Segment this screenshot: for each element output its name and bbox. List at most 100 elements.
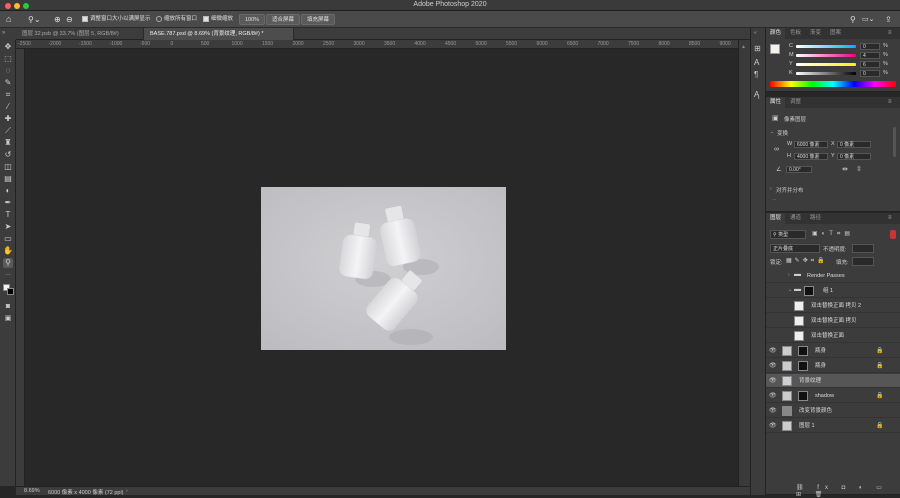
layer-filter-select[interactable]: ⚲ 类型 xyxy=(770,230,806,239)
stamp-tool-icon[interactable]: ♜ xyxy=(3,138,13,148)
visibility-eye-icon[interactable]: 👁 xyxy=(769,347,777,355)
tab-color[interactable]: 颜色 xyxy=(766,28,786,39)
flip-horizontal-icon[interactable]: ⇹ xyxy=(842,165,848,173)
zoom-out-icon[interactable]: ⊖ xyxy=(66,14,73,25)
rectangle-tool-icon[interactable]: ▭ xyxy=(3,234,13,244)
gradient-tool-icon[interactable]: ▤ xyxy=(3,174,13,184)
blur-tool-icon[interactable]: ◐ xyxy=(3,186,13,196)
pen-tool-icon[interactable]: ✒ xyxy=(3,198,13,208)
layer-thumbnail[interactable] xyxy=(782,361,792,371)
layer-thumbnail[interactable] xyxy=(794,316,804,326)
channel-y-slider[interactable] xyxy=(796,63,856,66)
chevron-right-icon[interactable]: › xyxy=(770,186,772,192)
layer-name[interactable]: shadow xyxy=(815,389,834,403)
zoom-level[interactable]: 8.69% xyxy=(24,488,40,494)
collapse-panels-icon[interactable]: « xyxy=(754,30,757,36)
chevron-down-icon[interactable]: ⌄ xyxy=(770,129,774,135)
more-tools-icon[interactable]: ··· xyxy=(3,270,13,280)
tab-document-1[interactable]: 图层 32.psb @ 33.7% (图层 5, RGB/8#) xyxy=(16,28,144,40)
fill-screen-button[interactable]: 填充屏幕 xyxy=(301,14,336,25)
channel-c-value[interactable]: 0 xyxy=(860,43,880,50)
layer-name[interactable]: 双击替换正面 拷贝 xyxy=(811,314,857,328)
paragraph-panel-icon[interactable]: ¶ xyxy=(754,70,758,79)
history-brush-icon[interactable]: ↺ xyxy=(3,150,13,160)
channel-y-value[interactable]: 6 xyxy=(860,61,880,68)
tab-document-2[interactable]: BASE.787.psd @ 8.69% (背景纹理, RGB/8#) * xyxy=(144,28,294,40)
tab-gradients[interactable]: 渐变 xyxy=(806,28,825,39)
layer-thumbnail[interactable] xyxy=(782,376,792,386)
healing-brush-icon[interactable]: ✚ xyxy=(3,114,13,124)
eyedropper-tool-icon[interactable]: ⁄ xyxy=(3,102,13,112)
visibility-eye-icon[interactable] xyxy=(769,272,777,280)
tab-adjustments[interactable]: 调整 xyxy=(786,97,805,108)
visibility-eye-icon[interactable]: 👁 xyxy=(769,422,777,430)
layer-name[interactable]: 双击替换正面 拷贝 2 xyxy=(811,299,861,313)
zoom-tool-icon[interactable]: ⚲ xyxy=(3,258,13,268)
layer-thumbnail[interactable] xyxy=(794,301,804,311)
collapse-icon[interactable]: » xyxy=(2,30,5,36)
lasso-tool-icon[interactable]: ◌ xyxy=(3,66,13,76)
layer-thumbnail[interactable] xyxy=(782,391,792,401)
screen-mode-icon[interactable]: ▣ xyxy=(3,314,13,324)
layer-name[interactable]: 瓶身 xyxy=(815,359,826,373)
visibility-eye-icon[interactable] xyxy=(769,317,777,325)
layer-name[interactable]: Render Passes xyxy=(807,269,845,283)
hand-tool-icon[interactable]: ✋ xyxy=(3,246,13,256)
blend-mode-select[interactable]: 正片叠底 xyxy=(770,244,820,253)
marquee-tool-icon[interactable]: ⬚ xyxy=(3,54,13,64)
layer-row[interactable]: › ▬ Render Passes xyxy=(766,269,900,283)
filter-type-icons[interactable]: ▣◐T⌗▤ xyxy=(812,230,854,238)
more-options[interactable]: ... xyxy=(772,196,777,202)
zoom-tool-preset-icon[interactable]: ⚲⌄ xyxy=(28,14,41,25)
height-field[interactable]: 4000 像素 xyxy=(794,153,828,160)
glyphs-panel-icon[interactable]: Ą xyxy=(754,90,759,99)
properties-scrollbar[interactable] xyxy=(893,127,896,157)
eraser-tool-icon[interactable]: ◫ xyxy=(3,162,13,172)
history-panel-icon[interactable]: ⊞ xyxy=(754,44,761,53)
expand-chevron-icon[interactable]: › xyxy=(788,272,790,278)
vertical-scrollbar[interactable]: ▲ xyxy=(738,40,750,486)
visibility-eye-icon[interactable]: 👁 xyxy=(769,362,777,370)
y-field[interactable]: 0 像素 xyxy=(837,153,871,160)
layer-name[interactable]: 瓶身 xyxy=(815,344,826,358)
brush-tool-icon[interactable]: ⟋ xyxy=(3,126,13,136)
fg-color-chip[interactable] xyxy=(770,44,780,54)
filter-toggle[interactable] xyxy=(890,230,896,239)
zoom-in-icon[interactable]: ⊕ xyxy=(54,14,61,25)
tab-paths[interactable]: 路径 xyxy=(806,213,825,224)
channel-m-slider[interactable] xyxy=(796,54,856,57)
layer-name[interactable]: 组 1 xyxy=(823,284,833,298)
visibility-eye-icon[interactable] xyxy=(769,332,777,340)
layer-thumbnail[interactable] xyxy=(782,421,792,431)
zoom-all-windows-radio[interactable]: 缩放所有窗口 xyxy=(156,14,197,25)
tab-properties[interactable]: 属性 xyxy=(766,97,786,108)
search-icon[interactable]: ⚲ xyxy=(850,14,856,25)
layer-row[interactable]: ⌄ ▬ 组 1 xyxy=(766,284,900,298)
tab-patterns[interactable]: 图案 xyxy=(826,28,845,39)
quick-select-tool-icon[interactable]: ✎ xyxy=(3,78,13,88)
resize-windows-checkbox[interactable]: 调整窗口大小以满屏显示 xyxy=(82,14,151,25)
link-icon[interactable]: ∞ xyxy=(774,146,779,153)
type-tool-icon[interactable]: T xyxy=(3,210,13,220)
layer-mask-thumbnail[interactable] xyxy=(798,346,808,356)
fit-screen-button[interactable]: 适合屏幕 xyxy=(266,14,301,25)
workspace-icon[interactable]: ▭⌄ xyxy=(862,14,874,25)
character-panel-icon[interactable]: A xyxy=(754,58,759,67)
layer-row[interactable]: 👁 图层 1 🔒 xyxy=(766,419,900,433)
scrubby-zoom-checkbox[interactable]: 细微缩放 xyxy=(203,14,233,25)
crop-tool-icon[interactable]: ⌗ xyxy=(3,90,13,100)
visibility-eye-icon[interactable]: 👁 xyxy=(769,377,777,385)
angle-field[interactable]: 0.00° xyxy=(786,166,812,173)
move-tool-icon[interactable]: ✥ xyxy=(3,42,13,52)
layer-row[interactable]: 👁 瓶身 🔒 xyxy=(766,359,900,373)
layer-mask-thumbnail[interactable] xyxy=(798,391,808,401)
layer-name[interactable]: 改变背景颜色 xyxy=(799,404,832,418)
opacity-field[interactable] xyxy=(852,244,874,253)
layer-row[interactable]: 👁 shadow 🔒 xyxy=(766,389,900,403)
layer-thumbnail[interactable] xyxy=(782,346,792,356)
layer-name[interactable]: 图层 1 xyxy=(799,419,815,433)
visibility-eye-icon[interactable] xyxy=(769,302,777,310)
zoom-100-button[interactable]: 100% xyxy=(239,14,266,25)
layer-row[interactable]: 👁 瓶身 🔒 xyxy=(766,344,900,358)
layer-mask-thumbnail[interactable] xyxy=(798,361,808,371)
